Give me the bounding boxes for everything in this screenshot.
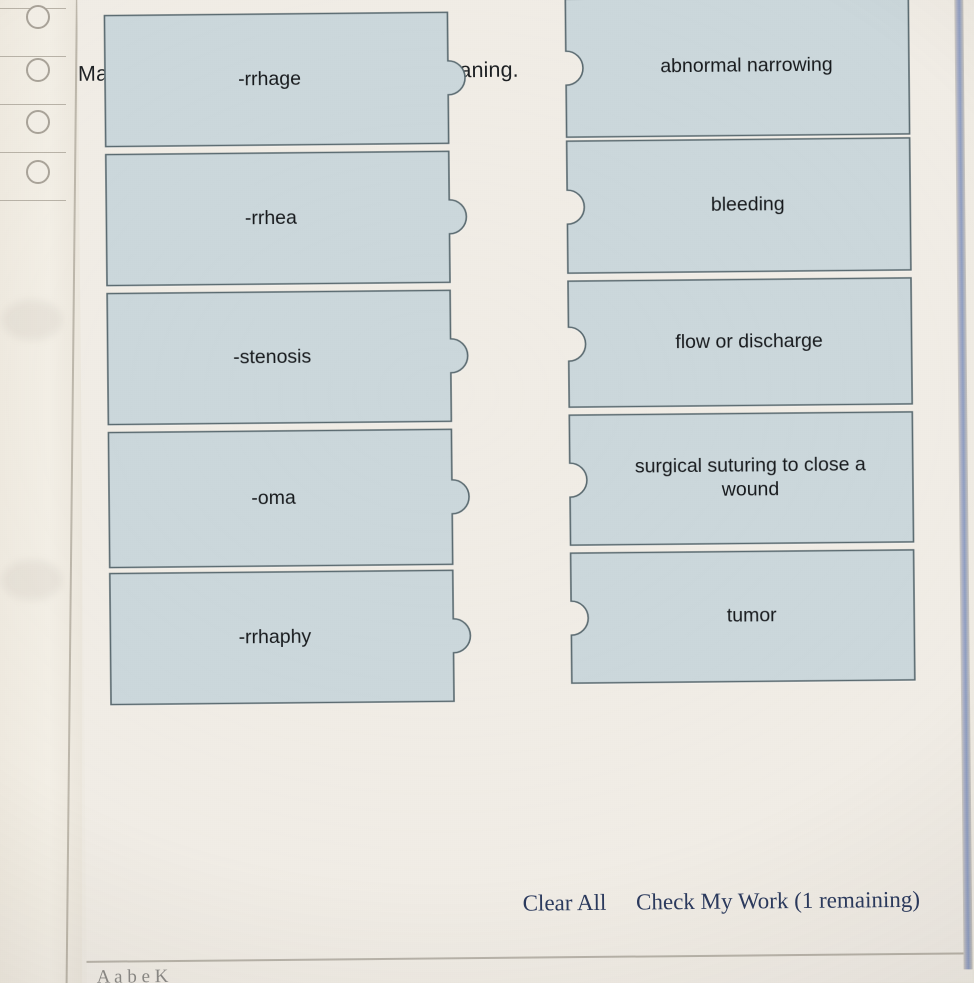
puzzle-piece-term[interactable]: -oma [107, 428, 470, 569]
check-my-work-button[interactable]: Check My Work (1 remaining) [636, 887, 920, 916]
puzzle-piece-definition[interactable]: surgical suturing to close a wound [568, 411, 915, 546]
below-divider-text: A a b e K [96, 966, 169, 983]
binder-hole-icon [26, 58, 50, 82]
puzzle-piece-term[interactable]: -rrhaphy [108, 569, 472, 706]
notebook-rule [0, 104, 66, 105]
puzzle-piece-definition-label: tumor [726, 604, 777, 627]
page-divider [86, 952, 973, 963]
puzzle-piece-definition[interactable]: bleeding [565, 137, 912, 274]
notebook-rule [0, 152, 66, 153]
matching-board: -rrhage -rrhea -stenosis -oma -rrhaphy abnor… [77, 0, 972, 895]
binder-hole-icon [26, 5, 50, 29]
puzzle-piece-term-label: -oma [251, 486, 296, 509]
puzzle-piece-term-label: -rrhage [237, 67, 302, 90]
paper-smudge [2, 300, 62, 340]
clear-all-button[interactable]: Clear All [523, 890, 607, 917]
puzzle-piece-definition[interactable]: tumor [569, 549, 916, 684]
puzzle-piece-definition-label: bleeding [710, 193, 785, 216]
binder-hole-icon [26, 110, 50, 134]
puzzle-piece-definition-label: surgical suturing to close a wound [634, 453, 866, 501]
puzzle-piece-term-label: -stenosis [233, 345, 312, 369]
paper-smudge [2, 560, 62, 600]
puzzle-piece-definition-label: flow or discharge [675, 329, 823, 354]
puzzle-piece-term[interactable]: -rrhea [104, 150, 468, 287]
puzzle-piece-term-label: -rrhaphy [238, 625, 312, 648]
puzzle-piece-term[interactable]: -rrhage [103, 11, 466, 148]
puzzle-piece-definition-label: abnormal narrowing [660, 53, 833, 78]
puzzle-piece-term[interactable]: -stenosis [106, 289, 469, 426]
screenshot-root: Match the word part with the correct mea… [0, 0, 974, 983]
notebook-rule [0, 56, 66, 57]
puzzle-piece-definition[interactable]: abnormal narrowing [564, 0, 911, 138]
notebook-rule [0, 200, 66, 201]
puzzle-piece-definition[interactable]: flow or discharge [567, 277, 914, 408]
notebook-paper [0, 0, 82, 983]
screen-content: Match the word part with the correct mea… [77, 0, 973, 983]
binder-hole-icon [26, 160, 50, 184]
paper-edge-line [65, 0, 78, 983]
puzzle-piece-term-label: -rrhea [244, 206, 297, 229]
